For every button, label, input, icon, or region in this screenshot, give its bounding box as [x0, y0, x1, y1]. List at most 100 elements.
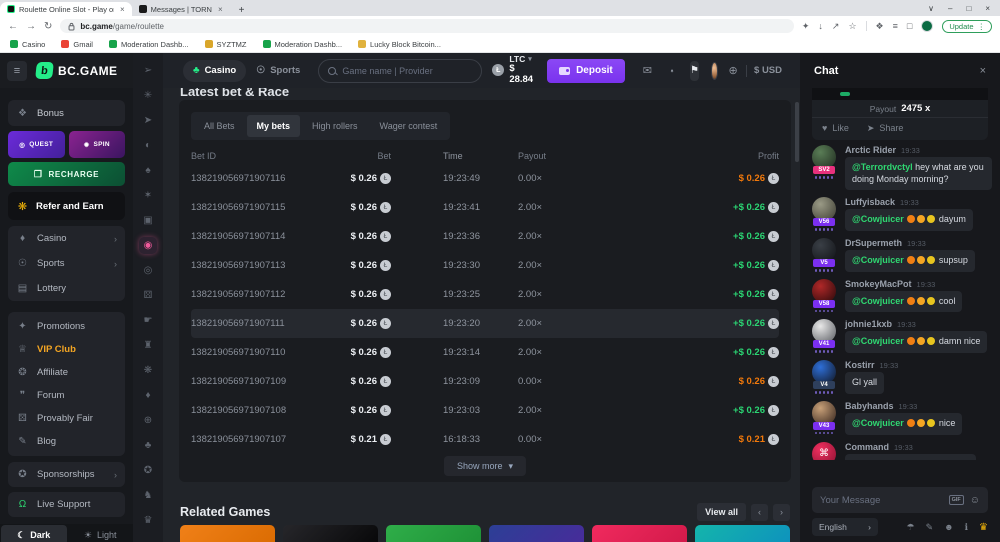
rail-coinflip-icon[interactable]: ◐ — [139, 137, 157, 154]
wallet-currency-selector[interactable]: Ł LTC▾ $ 28.84 — [492, 55, 533, 87]
rail-baccarat-icon[interactable]: ♦ — [139, 387, 157, 404]
chat-username[interactable]: Kostirr — [845, 360, 875, 370]
related-game-thumbnail[interactable] — [489, 525, 584, 542]
chat-username[interactable]: Babyhands — [845, 401, 894, 411]
deposit-button[interactable]: Deposit — [547, 59, 625, 83]
related-game-thumbnail[interactable] — [592, 525, 687, 542]
table-row[interactable]: 138219056971907113$ 0.26Ł19:23:302.00×+$… — [191, 251, 779, 280]
table-row[interactable]: 138219056971907111$ 0.26Ł19:23:202.00×+$… — [191, 309, 779, 338]
related-game-thumbnail[interactable] — [386, 525, 481, 542]
sidebar-item-refer-and-earn[interactable]: ❋ Refer and Earn — [8, 192, 125, 220]
sidebar-item-lottery[interactable]: ▤Lottery — [8, 276, 125, 301]
table-row[interactable]: 138219056971907110$ 0.26Ł19:23:142.00×+$… — [191, 338, 779, 367]
update-button[interactable]: Update⋮ — [942, 20, 992, 33]
back-button[interactable]: ← — [8, 21, 18, 32]
rail-dice-icon[interactable]: ⚄ — [139, 287, 157, 304]
chat-close-icon[interactable]: × — [980, 65, 986, 77]
sidebar-item-vip-club[interactable]: ♕VIP Club — [8, 338, 125, 361]
sidebar-item-sports[interactable]: ☉Sports› — [8, 251, 125, 276]
chat-language-selector[interactable]: English › — [812, 518, 878, 536]
bookmark-item[interactable]: Moderation Dashb... — [109, 40, 189, 49]
rail-darts-icon[interactable]: ➤ — [139, 112, 157, 129]
share-button[interactable]: ➤Share — [867, 123, 904, 134]
user-mention[interactable]: @Cowjuicer — [852, 336, 904, 346]
sidebar-toggle-button[interactable]: ≡ — [7, 61, 27, 81]
user-mention[interactable]: @Terrordvctyl — [852, 162, 913, 172]
user-mention[interactable]: @Cowjuicer — [852, 296, 904, 306]
chat-rules-icon[interactable]: ✎ — [926, 522, 934, 533]
browser-tab-torn[interactable]: Messages | TORN × — [132, 2, 230, 16]
bookmark-item[interactable]: Moderation Dashb... — [263, 40, 343, 49]
table-row[interactable]: 138219056971907107$ 0.21Ł16:18:330.00×$ … — [191, 425, 779, 454]
sidebar-item-affiliate[interactable]: ❂Affiliate — [8, 361, 125, 384]
chat-moderator-icon[interactable]: ☻ — [944, 522, 953, 532]
chat-input-box[interactable]: GIF ☺ — [812, 487, 988, 513]
chat-toggle-button[interactable]: ⚑ — [690, 61, 699, 81]
language-globe-icon[interactable]: ⊕ — [728, 64, 737, 77]
sidebar-item-sponsorships[interactable]: ✪Sponsorships› — [8, 462, 125, 487]
bookmark-item[interactable]: Gmail — [61, 40, 93, 49]
extensions-icon[interactable]: ❖ — [876, 21, 884, 32]
show-more-button[interactable]: Show more ▾ — [444, 456, 526, 476]
sidebar-quest-button[interactable]: ◎QUEST — [8, 131, 65, 158]
sidebar-item-promotions[interactable]: ✦Promotions — [8, 315, 125, 338]
browser-tab-roulette[interactable]: Roulette Online Slot - Play onlin... × — [0, 2, 132, 16]
bets-tab-high-rollers[interactable]: High rollers — [302, 115, 368, 137]
reload-button[interactable]: ↻ — [44, 21, 52, 32]
user-mention[interactable]: @Cowjuicer — [852, 214, 904, 224]
chat-username[interactable]: Arctic Rider — [845, 145, 896, 155]
user-mention[interactable]: @Cowjuicer — [852, 255, 904, 265]
rail-limbo-icon[interactable]: ⊕ — [139, 412, 157, 429]
sidebar-item-casino[interactable]: ♦Casino› — [8, 226, 125, 251]
rail-plinko-icon[interactable]: ▣ — [139, 212, 157, 229]
nav-casino-tab[interactable]: ♣ Casino — [183, 60, 246, 82]
sidebar-spin-button[interactable]: ✹SPIN — [69, 131, 126, 158]
window-maximize-button[interactable]: □ — [966, 4, 971, 13]
user-mention[interactable]: @Terrordvctyl — [852, 459, 913, 461]
view-all-button[interactable]: View all — [697, 503, 746, 521]
chat-username[interactable]: johnie1kxb — [845, 319, 892, 329]
rail-racing-icon[interactable]: ♞ — [139, 487, 157, 504]
game-search-box[interactable] — [318, 59, 482, 83]
sidebar-item-live-support[interactable]: ΩLive Support — [8, 492, 125, 517]
table-row[interactable]: 138219056971907115$ 0.26Ł19:23:412.00×+$… — [191, 193, 779, 222]
bcgame-logo[interactable]: b BC.GAME — [36, 62, 117, 79]
carousel-prev-button[interactable]: ‹ — [751, 504, 768, 521]
like-button[interactable]: ♥Like — [822, 123, 849, 133]
new-tab-button[interactable]: + — [230, 5, 254, 16]
rail-crash-icon[interactable]: ➢ — [139, 62, 157, 79]
theme-light-button[interactable]: ☀ Light — [68, 524, 134, 542]
shared-bet-card[interactable]: Payout 2475 x ♥Like ➤Share — [812, 88, 988, 140]
bookmark-item[interactable]: Lucky Block Bitcoin... — [358, 40, 441, 49]
rail-roulette-icon[interactable]: ◉ — [139, 237, 157, 254]
forward-button[interactable]: → — [26, 21, 36, 32]
tab-close-icon[interactable]: × — [218, 5, 223, 14]
address-bar[interactable]: bc.game/game/roulette — [60, 19, 793, 33]
theme-dark-button[interactable]: ☾ Dark — [1, 525, 67, 542]
chat-info-icon[interactable]: ℹ — [965, 522, 968, 533]
chat-username[interactable]: SmokeyMacPot — [845, 279, 912, 289]
chat-message-input[interactable] — [820, 495, 943, 506]
sidebar-item-provably-fair[interactable]: ⚄Provably Fair — [8, 407, 125, 430]
table-row[interactable]: 138219056971907109$ 0.26Ł19:23:090.00×$ … — [191, 367, 779, 396]
chat-trophy-icon[interactable]: ♛ — [979, 522, 988, 533]
rail-video-poker-icon[interactable]: ♣ — [139, 437, 157, 454]
bets-tab-my-bets[interactable]: My bets — [247, 115, 301, 137]
sidebar-item-forum[interactable]: ❞Forum — [8, 384, 125, 407]
rail-mines-icon[interactable]: ✶ — [139, 187, 157, 204]
related-game-thumbnail[interactable] — [695, 525, 790, 542]
browser-profile-avatar[interactable] — [921, 20, 933, 32]
rail-wheel-icon[interactable]: ❋ — [139, 362, 157, 379]
key-icon[interactable]: ✦ — [802, 21, 810, 32]
bets-tab-all-bets[interactable]: All Bets — [194, 115, 245, 137]
related-game-thumbnail[interactable] — [283, 525, 378, 542]
messages-icon[interactable]: ✉ — [643, 64, 652, 77]
emoji-icon[interactable]: ☺ — [970, 495, 980, 506]
rail-tower-icon[interactable]: ♜ — [139, 337, 157, 354]
chat-username[interactable]: Luffyisback — [845, 197, 895, 207]
chat-username[interactable]: DrSupermeth — [845, 238, 902, 248]
nav-sports-tab[interactable]: ☉ Sports — [246, 60, 310, 82]
recharge-button[interactable]: ❒ RECHARGE — [8, 162, 125, 186]
window-minimize-button[interactable]: – — [948, 4, 952, 13]
table-row[interactable]: 138219056971907114$ 0.26Ł19:23:362.00×+$… — [191, 222, 779, 251]
